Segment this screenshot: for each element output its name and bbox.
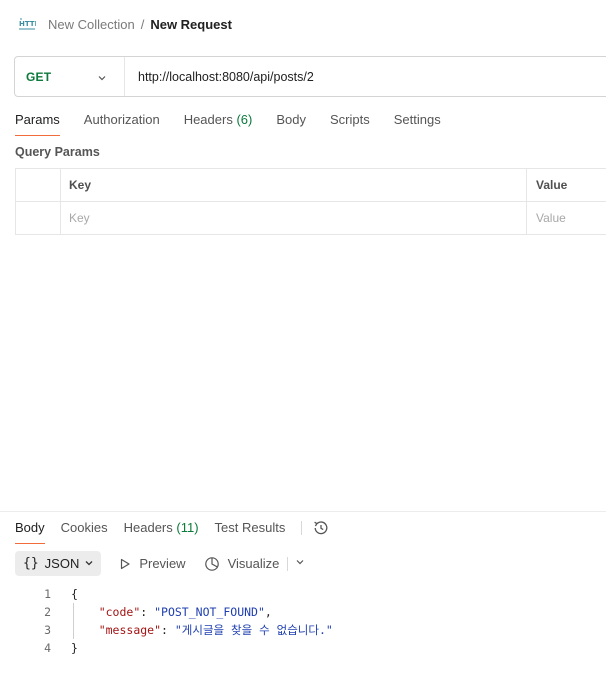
- visualize-label: Visualize: [227, 556, 280, 571]
- history-icon[interactable]: [312, 519, 330, 537]
- braces-icon: {}: [23, 556, 39, 571]
- breadcrumb-collection[interactable]: New Collection: [48, 17, 135, 32]
- json-close-brace: }: [71, 641, 78, 655]
- format-select[interactable]: {} JSON: [15, 551, 102, 576]
- chevron-down-icon[interactable]: [294, 556, 306, 571]
- line-number: 2: [44, 605, 51, 619]
- tab-label: Settings: [393, 112, 441, 127]
- json-string-value: "게시글을 찾을 수 없습니다.": [174, 623, 333, 637]
- request-url-bar: GET: [14, 56, 606, 97]
- chevron-down-icon: [84, 556, 94, 571]
- code-line: 2 "code": "POST_NOT_FOUND",: [0, 603, 333, 621]
- checkbox-column-header: [16, 169, 61, 201]
- response-toolbar: {} JSON Preview Visualize: [15, 551, 306, 576]
- line-number: 1: [44, 587, 51, 601]
- code-line: 4 }: [0, 639, 333, 657]
- response-tab-body[interactable]: Body: [15, 519, 45, 544]
- tab-label: Authorization: [83, 112, 160, 127]
- table-header-row: Key Value: [16, 169, 606, 202]
- svg-text:HTTP: HTTP: [19, 20, 36, 28]
- response-pane-divider[interactable]: [0, 511, 606, 512]
- tab-label: Scripts: [329, 112, 370, 127]
- response-tab-headers[interactable]: Headers (11): [124, 519, 199, 544]
- row-checkbox-cell[interactable]: [16, 202, 61, 234]
- json-key: "message": [98, 623, 162, 637]
- tab-label: Body: [15, 520, 45, 535]
- tab-label: Test Results: [214, 520, 286, 535]
- headers-count-badge: (6): [236, 112, 253, 127]
- visualize-icon: [204, 556, 220, 572]
- tab-settings[interactable]: Settings: [394, 110, 441, 136]
- tab-label: Headers: [123, 520, 173, 535]
- play-icon: [119, 558, 131, 570]
- response-tabs: Body Cookies Headers (11) Test Results: [15, 519, 330, 544]
- json-key: "code": [98, 605, 141, 619]
- preview-button[interactable]: Preview: [119, 556, 186, 571]
- line-number: 4: [44, 641, 51, 655]
- value-input[interactable]: Value: [527, 202, 606, 234]
- tab-scripts[interactable]: Scripts: [330, 110, 370, 136]
- breadcrumb: HTTP New Collection / New Request: [18, 14, 232, 34]
- chevron-down-icon: [97, 71, 107, 86]
- tab-label: Params: [15, 112, 60, 127]
- visualize-button[interactable]: Visualize: [204, 556, 280, 572]
- query-params-table: Key Value Key Value: [15, 168, 606, 235]
- json-open-brace: {: [71, 587, 78, 601]
- tab-headers[interactable]: Headers (6): [184, 110, 253, 136]
- json-string-value: "POST_NOT_FOUND": [154, 605, 265, 619]
- response-tab-cookies[interactable]: Cookies: [61, 519, 108, 544]
- url-input[interactable]: [125, 57, 606, 96]
- line-number: 3: [44, 623, 51, 637]
- tab-label: Cookies: [60, 520, 108, 535]
- table-row: Key Value: [16, 202, 606, 235]
- json-colon: :: [161, 623, 175, 637]
- format-label: JSON: [44, 556, 80, 571]
- key-column-header: Key: [61, 169, 527, 201]
- tab-label: Body: [276, 112, 306, 127]
- tab-params[interactable]: Params: [15, 110, 60, 136]
- tab-authorization[interactable]: Authorization: [84, 110, 160, 136]
- code-line: 3 "message": "게시글을 찾을 수 없습니다.": [0, 621, 333, 639]
- json-comma: ,: [264, 605, 272, 619]
- tab-body[interactable]: Body: [276, 110, 306, 136]
- key-input[interactable]: Key: [61, 202, 527, 234]
- response-body-editor[interactable]: 1 { 2 "code": "POST_NOT_FOUND", 3 "messa…: [0, 585, 333, 657]
- tab-divider: [301, 521, 303, 535]
- query-params-title: Query Params: [15, 145, 100, 159]
- breadcrumb-request-title[interactable]: New Request: [150, 17, 232, 32]
- request-tabs: Params Authorization Headers (6) Body Sc…: [15, 110, 465, 136]
- value-column-header: Value: [536, 178, 568, 192]
- breadcrumb-separator: /: [140, 16, 145, 32]
- response-tab-test-results[interactable]: Test Results: [215, 519, 286, 544]
- preview-label: Preview: [139, 556, 186, 571]
- toolbar-divider: [287, 556, 289, 571]
- code-line: 1 {: [0, 585, 333, 603]
- method-select[interactable]: GET: [15, 57, 125, 96]
- tab-label: Headers: [183, 112, 233, 127]
- json-colon: :: [140, 605, 155, 619]
- response-headers-count-badge: (11): [176, 520, 199, 535]
- http-icon: HTTP: [18, 16, 36, 32]
- method-label: GET: [26, 69, 52, 84]
